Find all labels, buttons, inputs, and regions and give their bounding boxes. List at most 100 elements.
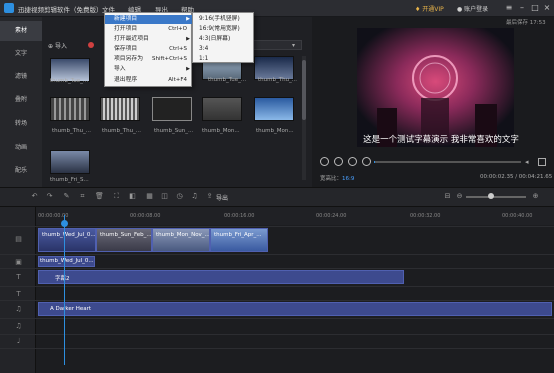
submenu-item[interactable]: 3:4 (193, 44, 255, 54)
menu-item-label: 新建项目 (114, 16, 138, 22)
import-button[interactable]: ⊕ 导入 (48, 41, 67, 50)
aspect-ratio-label: 宽高比： (320, 176, 343, 182)
redo-icon[interactable]: ↷ (45, 192, 54, 201)
menu-item-shortcut: Alt+F4 (168, 77, 187, 83)
submenu-item[interactable]: 9:16(手机竖屏) (193, 14, 255, 24)
export-label[interactable]: 导出 (216, 193, 228, 202)
video-track-icon: ▤ (15, 235, 22, 243)
zoom-slider[interactable] (466, 196, 526, 198)
chevron-right-icon: ▶ (186, 36, 190, 42)
menu-item-label: 保存项目 (114, 46, 138, 52)
timer-icon[interactable]: ◷ (175, 192, 184, 201)
menu-item-save-as[interactable]: 项目另存为 Shift+Ctrl+S (105, 55, 193, 64)
track-divider (0, 254, 554, 255)
chevron-right-icon: ▶ (186, 66, 190, 72)
music-clip[interactable] (38, 302, 552, 316)
menu-item-save[interactable]: 保存项目 Ctrl+S (105, 45, 193, 54)
chevron-down-icon: ▾ (292, 42, 296, 49)
zoom-slider-handle[interactable] (488, 193, 494, 199)
zoom-out-icon[interactable]: ⊖ (455, 192, 464, 201)
delete-icon[interactable]: 🗑 (95, 192, 104, 201)
media-thumb[interactable] (202, 97, 242, 121)
title-bar: 迅捷视频剪辑软件（免费版） 文件 编辑 导出 帮助 ♦ 开通VIP ● 账户登录… (0, 0, 554, 17)
nav-music[interactable]: 配乐 (0, 161, 42, 181)
media-thumb[interactable] (50, 97, 90, 121)
track-divider (0, 348, 554, 349)
record-icon[interactable] (88, 42, 94, 48)
submenu-item[interactable]: 16:9(常用宽屏) (193, 24, 255, 34)
nav-filter[interactable]: 滤镜 (0, 67, 42, 87)
image-track-icon: ▣ (15, 258, 22, 266)
vip-button[interactable]: ♦ 开通VIP (415, 4, 444, 13)
mic-icon[interactable]: ♫ (190, 192, 199, 201)
track-divider (0, 300, 554, 301)
login-button[interactable]: ● 账户登录 (457, 4, 488, 13)
preview-subtitle: 这是一个测试字幕演示 我非常喜欢的文字 (363, 135, 519, 145)
timeline-clip[interactable]: thumb_Fri_Apr_... (210, 228, 268, 252)
menu-item-recent[interactable]: 打开最近项目 ▶ (105, 35, 193, 44)
media-thumb-label: thumb_Thu_... (258, 77, 298, 83)
next-frame-icon[interactable] (362, 157, 371, 166)
edit-icon[interactable]: ✎ (62, 192, 71, 201)
nav-transition[interactable]: 转场 (0, 114, 42, 134)
timeline-ruler[interactable] (36, 207, 554, 225)
export-icon[interactable]: ⇪ (205, 192, 214, 201)
track-divider (0, 268, 554, 269)
aspect-ratio-value: 16:9 (342, 176, 355, 182)
menu-item-import[interactable]: 导入 ▶ (105, 65, 193, 74)
freeze-icon[interactable]: ◫ (160, 192, 169, 201)
timeline-clip[interactable]: thumb_Wed_Jul_0... (38, 228, 96, 252)
nav-text[interactable]: 文字 (0, 44, 42, 64)
media-scroll-thumb[interactable] (302, 60, 306, 120)
submenu-item[interactable]: 1:1 (193, 54, 255, 64)
text-clip-label: 字幕2 (55, 276, 70, 282)
media-thumb[interactable] (254, 97, 294, 121)
clip-label: thumb_Fri_Apr_... (214, 232, 262, 238)
media-thumb[interactable] (50, 150, 90, 174)
minimize-icon[interactable]: – (517, 3, 527, 13)
menu-item-shortcut: Ctrl+O (168, 26, 187, 32)
menu-item-open-project[interactable]: 打开项目 Ctrl+O (105, 25, 193, 34)
clip-label: thumb_Wed_Jul_0... (42, 232, 96, 238)
nav-animation[interactable]: 动画 (0, 138, 42, 158)
crop-icon[interactable]: ⛶ (112, 192, 121, 201)
text-clip[interactable] (38, 270, 404, 284)
zoom-in-icon[interactable]: ⊕ (531, 192, 540, 201)
nav-overlay[interactable]: 叠附 (0, 90, 42, 110)
maximize-icon[interactable]: □ (530, 3, 540, 13)
close-icon[interactable]: × (542, 3, 552, 13)
menu-icon[interactable]: ≡ (504, 3, 514, 13)
left-nav: 素材 文字 滤镜 叠附 转场 动画 配乐 (0, 17, 42, 187)
nav-media[interactable]: 素材 (0, 21, 42, 41)
mic-track-icon: ♩ (16, 337, 21, 345)
fullscreen-icon[interactable] (538, 158, 546, 166)
volume-icon[interactable]: ◂ (525, 158, 533, 166)
app-window: 迅捷视频剪辑软件（免费版） 文件 编辑 导出 帮助 ♦ 开通VIP ● 账户登录… (0, 0, 554, 373)
menu-item-label: 退出程序 (114, 77, 138, 83)
timeline-clip[interactable]: thumb_Sun_Feb_... (96, 228, 152, 252)
fit-icon[interactable]: ⊟ (443, 192, 452, 201)
media-thumb-label: thumb_Thu_... (52, 128, 92, 134)
speed-icon[interactable]: ◧ (128, 192, 137, 201)
mosaic-icon[interactable]: ▦ (145, 192, 154, 201)
play-icon[interactable] (334, 157, 343, 166)
media-thumb[interactable] (152, 97, 192, 121)
media-thumb-label: thumb_Tue_... (208, 77, 247, 83)
timeline-clip[interactable]: thumb_Mon_Nov_... (152, 228, 210, 252)
tick-label: 00:00:16.00 (224, 213, 255, 219)
aspect-ratio[interactable]: 宽高比：16:9 (320, 174, 354, 182)
stop-icon[interactable] (348, 157, 357, 166)
playhead-handle[interactable] (61, 220, 68, 227)
menu-item-exit[interactable]: 退出程序 Alt+F4 (105, 76, 193, 85)
menu-item-new-project[interactable]: 新建项目 ▶ (105, 15, 193, 24)
submenu-item[interactable]: 4:3(日屏幕) (193, 34, 255, 44)
split-icon[interactable]: ⌗ (78, 192, 87, 201)
menu-item-label: 导入 (114, 66, 126, 72)
media-thumb[interactable] (100, 97, 140, 121)
playhead[interactable] (64, 215, 65, 365)
undo-icon[interactable]: ↶ (30, 192, 39, 201)
menu-item-shortcut: Ctrl+S (169, 46, 187, 52)
music-track-icon-2: ♫ (15, 322, 22, 330)
prev-frame-icon[interactable] (320, 157, 329, 166)
preview-progress[interactable] (374, 161, 521, 163)
